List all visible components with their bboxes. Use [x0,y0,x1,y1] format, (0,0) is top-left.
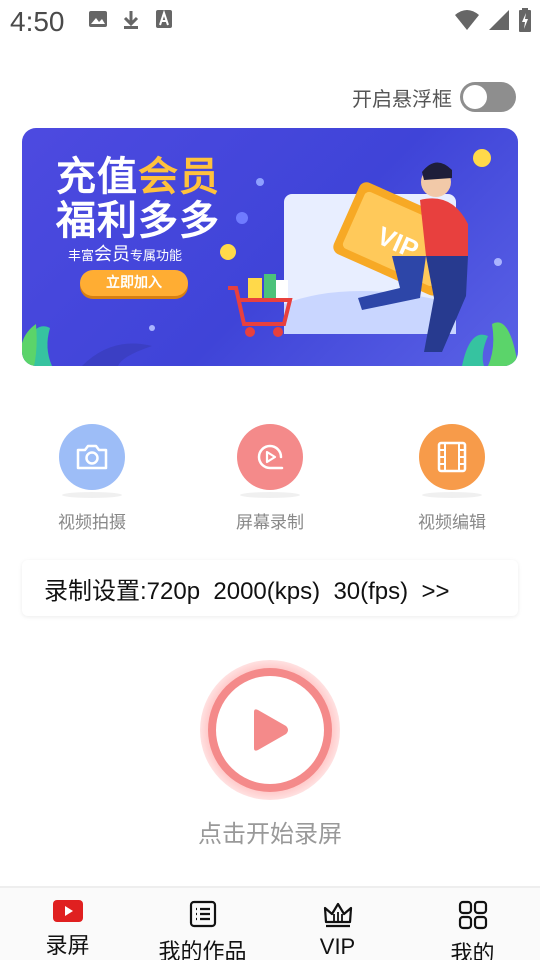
banner-subtitle: 丰富会员专属功能 [68,244,183,265]
feature-label: 视频编辑 [418,513,486,533]
feature-video-edit[interactable]: 视频编辑 [392,424,512,533]
list-icon [189,900,216,928]
feature-label: 屏幕录制 [236,513,304,533]
crown-icon [323,902,352,928]
nav-label: 我的作品 [158,939,247,960]
floating-window-label: 开启悬浮框 [352,86,452,111]
floating-window-setting: 开启悬浮框 [352,82,516,112]
film-icon [419,424,485,490]
icon-shadow [422,492,482,498]
nav-label: 录屏 [45,933,90,958]
battery-charging-icon [518,8,532,36]
youtube-play-icon [52,900,83,922]
status-bar: 4:50 [0,0,540,44]
icon-shadow [240,492,300,498]
record-button-inner[interactable] [216,676,324,784]
nav-item-record[interactable]: 录屏 [0,900,135,960]
toggle-knob [463,85,487,109]
text-a-icon [156,9,172,32]
signal-icon [488,9,510,35]
clock: 4:50 [10,6,65,37]
play-icon [254,709,288,751]
record-hint: 点击开始录屏 [198,820,342,848]
camera-icon [59,424,125,490]
image-icon [88,10,108,32]
nav-item-my-works[interactable]: 我的作品 [135,900,270,960]
nav-label: VIP [319,934,356,959]
recording-settings-text: 录制设置:720p 2000(kps) 30(fps) >> [44,577,450,605]
floating-window-toggle[interactable] [460,82,516,112]
wifi-icon [454,9,480,35]
recording-settings-bar[interactable]: 录制设置:720p 2000(kps) 30(fps) >> [22,560,518,616]
nav-label: 我的 [450,941,495,960]
bottom-nav: 录屏 我的作品 VIP 我的 [0,886,540,960]
nav-item-vip[interactable]: VIP [270,900,405,960]
grid-icon [458,900,487,930]
feature-video-capture[interactable]: 视频拍摄 [32,424,152,533]
icon-shadow [62,492,122,498]
feature-screen-record[interactable]: 屏幕录制 [210,424,330,533]
banner-title-line2: 福利多多 [56,198,220,244]
screen-record-icon [237,424,303,490]
feature-label: 视频拍摄 [58,513,126,533]
download-icon [122,10,140,34]
nav-item-me[interactable]: 我的 [405,900,540,960]
join-now-button[interactable]: 立即加入 [80,270,188,296]
vip-promo-banner[interactable]: VIP 充值会员 福利多多 丰富会员专属功能 立即加入 [22,128,518,366]
